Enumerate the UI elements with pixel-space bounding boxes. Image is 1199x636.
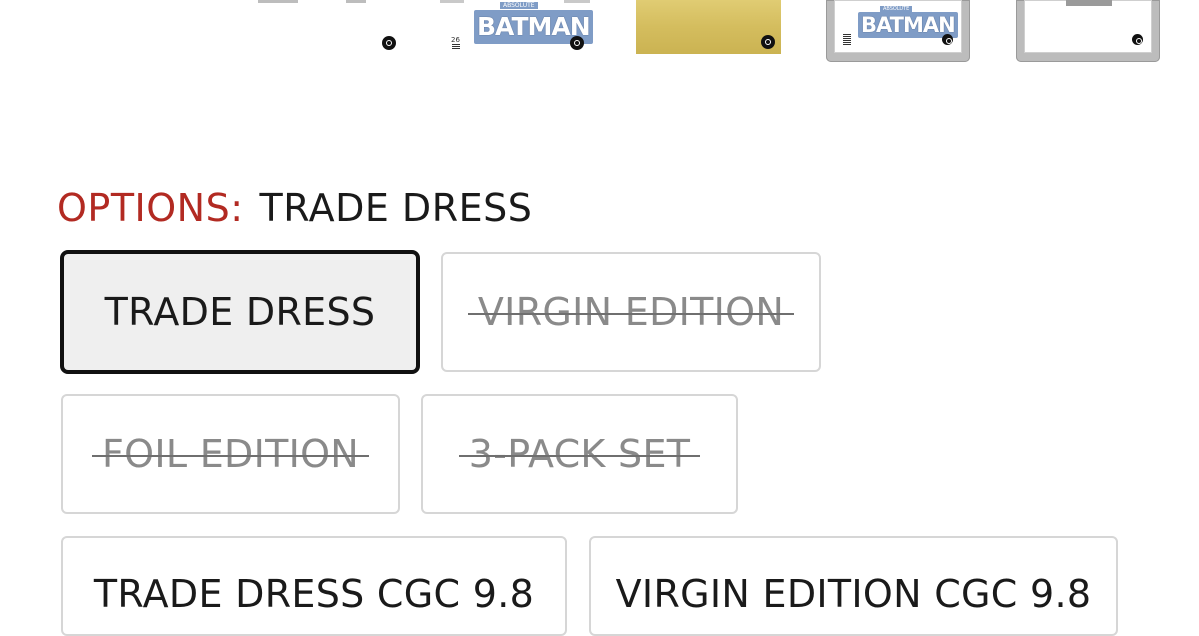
option-trade-dress-cgc-9-8[interactable]: TRADE DRESS CGC 9.8 xyxy=(61,536,567,636)
absolute-wordmark: ABSOLUTE xyxy=(500,2,538,9)
slab-window xyxy=(1024,0,1152,53)
options-heading: OPTIONS: TRADE DRESS xyxy=(57,186,532,230)
options-selected-value: TRADE DRESS xyxy=(259,186,533,230)
barcode-icon xyxy=(452,44,460,50)
option-trade-dress[interactable]: TRADE DRESS xyxy=(60,250,420,374)
option-label: 3-PACK SET xyxy=(458,432,701,476)
option-foil-edition[interactable]: FOIL EDITION xyxy=(61,394,400,514)
cover-edge xyxy=(564,0,590,3)
barcode-icon xyxy=(843,34,851,46)
option-label: TRADE DRESS xyxy=(104,290,376,334)
dc-logo-icon xyxy=(382,36,396,50)
thumb-trade-dress[interactable]: ABSOLUTE BATMAN 26 xyxy=(440,0,593,56)
option-label: VIRGIN EDITION CGC 9.8 xyxy=(615,572,1092,616)
option-virgin-edition[interactable]: VIRGIN EDITION xyxy=(441,252,821,372)
options-label: OPTIONS: xyxy=(57,186,244,230)
cover-edge xyxy=(346,0,366,3)
dc-logo-icon xyxy=(942,34,953,45)
issue-number: 26 xyxy=(451,36,460,44)
thumb-cgc-trade-dress[interactable]: ABSOLUTE BATMAN xyxy=(826,0,970,62)
option-label: FOIL EDITION xyxy=(91,432,370,476)
option-label: VIRGIN EDITION xyxy=(467,290,795,334)
dc-logo-icon xyxy=(761,35,775,49)
option-3-pack-set[interactable]: 3-PACK SET xyxy=(421,394,738,514)
dc-logo-icon xyxy=(570,36,584,50)
thumb-partial-cover[interactable] xyxy=(250,0,396,56)
option-virgin-edition-cgc-9-8[interactable]: VIRGIN EDITION CGC 9.8 xyxy=(589,536,1118,636)
cover-edge xyxy=(258,0,298,3)
cover-edge xyxy=(440,0,464,3)
slab-window: ABSOLUTE BATMAN xyxy=(834,0,962,53)
dc-logo-icon xyxy=(1132,34,1143,45)
thumb-cgc-virgin[interactable] xyxy=(1016,0,1160,62)
cover-art-edge xyxy=(1066,0,1112,6)
option-label: TRADE DRESS CGC 9.8 xyxy=(93,572,535,616)
batman-logo: BATMAN xyxy=(858,12,958,38)
thumb-foil[interactable] xyxy=(636,0,781,54)
